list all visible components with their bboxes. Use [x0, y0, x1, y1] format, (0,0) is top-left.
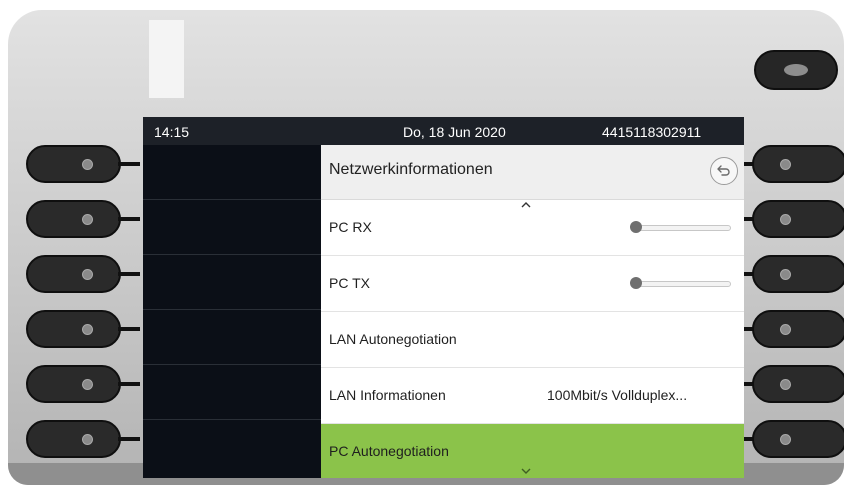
key-connector [118, 162, 140, 166]
key-led [780, 159, 791, 170]
left-slot [143, 145, 321, 200]
key-led [82, 269, 93, 280]
list-item-lan-informationen[interactable]: LAN Informationen 100Mbit/s Vollduplex..… [321, 368, 744, 424]
page-title: Netzwerkinformationen [329, 161, 493, 178]
phone-device: 14:15 Do, 18 Jun 2020 4415118302911 Netz… [8, 10, 844, 485]
key-led [780, 434, 791, 445]
scroll-down-icon [521, 468, 531, 474]
back-arrow-icon [717, 165, 730, 176]
list-item-label: PC TX [329, 275, 370, 291]
left-softkey-6[interactable] [26, 420, 121, 458]
right-softkey-2[interactable] [752, 200, 844, 238]
pc-tx-slider-track[interactable] [635, 281, 731, 287]
key-led [780, 214, 791, 225]
scroll-up-icon [521, 202, 531, 208]
top-tab [149, 20, 184, 98]
key-led [780, 269, 791, 280]
key-connector [118, 382, 140, 386]
key-connector [118, 272, 140, 276]
left-slot [143, 365, 321, 420]
status-phone-number: 4415118302911 [602, 124, 702, 140]
left-slot [143, 200, 321, 255]
pc-tx-slider-knob[interactable] [630, 277, 642, 289]
list-item-value: 100Mbit/s Vollduplex... [547, 387, 688, 403]
right-softkey-1[interactable] [752, 145, 844, 183]
back-button[interactable] [710, 157, 738, 185]
list-item-pc-rx[interactable]: PC RX [321, 200, 744, 256]
status-time: 14:15 [154, 124, 190, 140]
key-led [82, 159, 93, 170]
left-slot [143, 255, 321, 310]
menu-header: Netzwerkinformationen [321, 145, 744, 200]
key-led [82, 214, 93, 225]
left-softkey-3[interactable] [26, 255, 121, 293]
top-right-key[interactable] [754, 50, 838, 90]
status-bar: 14:15 Do, 18 Jun 2020 4415118302911 [143, 117, 744, 145]
list-item-label: LAN Autonegotiation [329, 331, 457, 347]
key-connector [118, 217, 140, 221]
key-led [780, 379, 791, 390]
key-connector [118, 437, 140, 441]
phone-display: 14:15 Do, 18 Jun 2020 4415118302911 Netz… [143, 117, 744, 478]
right-softkey-5[interactable] [752, 365, 844, 403]
right-softkey-3[interactable] [752, 255, 844, 293]
left-softkey-4[interactable] [26, 310, 121, 348]
left-slot [143, 420, 321, 474]
key-led [784, 64, 808, 76]
list-item-label: PC Autonegotiation [329, 443, 449, 459]
right-softkey-4[interactable] [752, 310, 844, 348]
pc-rx-slider-track[interactable] [635, 225, 731, 231]
left-slot [143, 310, 321, 365]
key-connector [118, 327, 140, 331]
list-item-lan-autonegotiation[interactable]: LAN Autonegotiation [321, 312, 744, 368]
key-led [82, 434, 93, 445]
key-led [780, 324, 791, 335]
menu-content: Netzwerkinformationen PC RX PC TX LAN Au… [321, 145, 744, 478]
list-item-pc-tx[interactable]: PC TX [321, 256, 744, 312]
list-item-label: PC RX [329, 219, 372, 235]
left-softkey-5[interactable] [26, 365, 121, 403]
pc-rx-slider-knob[interactable] [630, 221, 642, 233]
left-softkey-panel [143, 145, 321, 478]
key-led [82, 379, 93, 390]
right-softkey-6[interactable] [752, 420, 844, 458]
list-item-label: LAN Informationen [329, 387, 446, 403]
list-item-pc-autonegotiation[interactable]: PC Autonegotiation [321, 424, 744, 478]
left-softkey-2[interactable] [26, 200, 121, 238]
left-softkey-1[interactable] [26, 145, 121, 183]
status-date: Do, 18 Jun 2020 [403, 124, 506, 140]
key-led [82, 324, 93, 335]
